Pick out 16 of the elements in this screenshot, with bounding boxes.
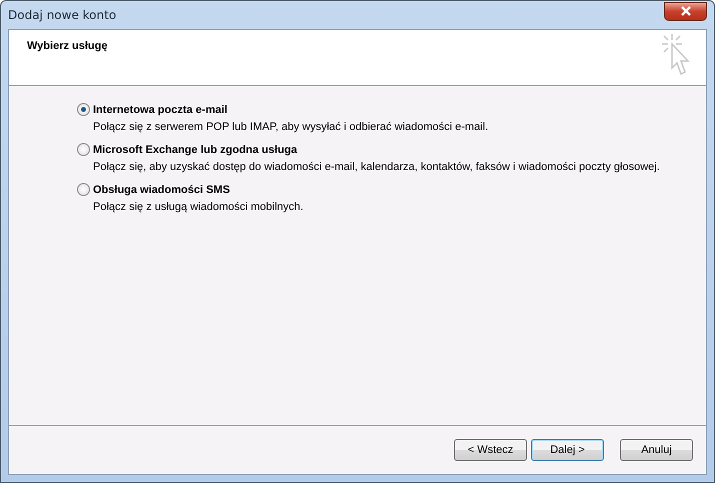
radio-button[interactable] [77, 183, 90, 196]
close-icon [680, 6, 692, 16]
radio-button[interactable] [77, 103, 90, 116]
radio-option[interactable]: Microsoft Exchange lub zgodna usługa [77, 143, 706, 156]
option-description: Połącz się z usługą wiadomości mobilnych. [93, 201, 304, 213]
dialog-button[interactable]: < Wstecz [454, 439, 527, 461]
dialog-button[interactable]: Anuluj [620, 439, 693, 461]
page-heading: Wybierz usługę [27, 40, 108, 52]
radio-button[interactable] [77, 143, 90, 156]
radio-option[interactable]: Internetowa poczta e-mail [77, 103, 706, 116]
window-title: Dodaj nowe konto [8, 8, 116, 22]
dialog-button[interactable]: Dalej > [531, 439, 604, 461]
option-description: Połącz się, aby uzyskać dostęp do wiadomości e-mail, kalendarza, kontaktów, faksów i wiadomości poczty głosowej. [93, 161, 661, 173]
option-description: Połącz się z serwerem POP lub IMAP, aby wysyłać i odbierać wiadomości e-mail. [93, 121, 490, 133]
close-button[interactable] [664, 2, 707, 20]
radio-option[interactable]: Obsługa wiadomości SMS [77, 183, 706, 196]
